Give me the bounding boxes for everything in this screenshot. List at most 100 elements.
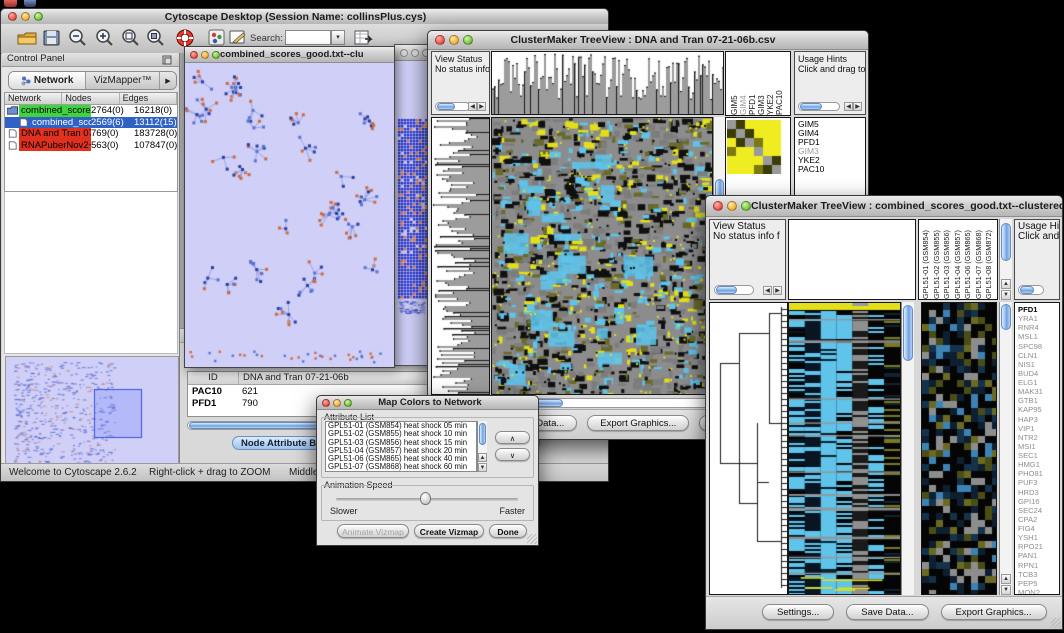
gene-label[interactable]: PFD1: [1018, 305, 1059, 314]
tv1-status-hscrollbar[interactable]: [435, 102, 470, 111]
gene-label[interactable]: YRA1: [1018, 314, 1059, 323]
tv2-usage-hscrollbar[interactable]: [1018, 285, 1044, 295]
id-column-header[interactable]: ID: [188, 372, 239, 384]
scroll-thumb[interactable]: [1001, 223, 1011, 261]
scroll-thumb[interactable]: [479, 423, 486, 445]
gene-label[interactable]: RPO21: [1018, 542, 1059, 551]
gene-label[interactable]: FIG4: [1018, 524, 1059, 533]
gene-label[interactable]: PHO81: [1018, 469, 1059, 478]
treeview-button[interactable]: Save Data...: [846, 604, 928, 620]
help-lifebuoy-icon[interactable]: [175, 28, 197, 48]
tv1-column-dendrogram[interactable]: [491, 51, 724, 115]
zoom-out-icon[interactable]: [67, 28, 89, 48]
column-label[interactable]: GIM4: [739, 53, 748, 115]
scroll-up-arrow[interactable]: ▲: [1001, 279, 1011, 289]
column-label[interactable]: GPL51-07 (GSM868): [974, 220, 985, 299]
column-label[interactable]: GPL51-02 (GSM855): [932, 220, 943, 299]
minimize-button[interactable]: [21, 12, 30, 21]
gene-label[interactable]: CPA2: [1018, 515, 1059, 524]
done-button[interactable]: Done: [489, 524, 527, 538]
attribute-list-item[interactable]: GPL51-07 (GSM868) heat shock 60 min: [326, 463, 476, 471]
column-label[interactable]: YKE2: [766, 53, 775, 115]
gene-label[interactable]: CLN1: [1018, 351, 1059, 360]
import-table-icon[interactable]: [353, 28, 373, 48]
tv2-heatmap-vscrollbar[interactable]: [901, 302, 914, 595]
zoom-window-button[interactable]: [741, 201, 751, 211]
birdseye-view[interactable]: [5, 356, 179, 472]
float-panel-icon[interactable]: [162, 55, 173, 65]
speed-slider-thumb[interactable]: [420, 492, 431, 505]
animate-vizmap-button[interactable]: Animate Vizmap: [337, 524, 409, 538]
network-window-1-titlebar[interactable]: combined_scores_good.txt--cluste...: [185, 47, 394, 63]
tv2-labels-vscrollbar[interactable]: ▲ ▼: [999, 219, 1012, 300]
network-table-row[interactable]: combined_scores_ 2764(0) 16218(0): [5, 105, 177, 117]
close-button[interactable]: [190, 51, 198, 59]
main-titlebar[interactable]: Cytoscape Desktop (Session Name: collins…: [1, 9, 608, 25]
gene-label[interactable]: PUF3: [1018, 478, 1059, 487]
dialog-titlebar[interactable]: Map Colors to Network: [317, 396, 538, 410]
gene-label[interactable]: SPC98: [1018, 342, 1059, 351]
network-canvas[interactable]: [185, 63, 392, 366]
scroll-up-arrow[interactable]: ▲: [1001, 574, 1011, 584]
zoom-selected-icon[interactable]: [120, 28, 142, 48]
network-table-column-header[interactable]: Nodes: [62, 93, 119, 104]
scroll-down-arrow[interactable]: ▼: [1001, 290, 1011, 300]
open-folder-icon[interactable]: [16, 29, 38, 47]
minimize-button[interactable]: [411, 49, 419, 57]
zoom-in-icon[interactable]: [94, 28, 116, 48]
gene-label[interactable]: NTR2: [1018, 433, 1059, 442]
column-label[interactable]: GPL51-08 (GSM872): [984, 220, 995, 299]
resize-grip[interactable]: [1051, 618, 1061, 628]
scroll-up-arrow[interactable]: ▲: [478, 453, 487, 462]
move-up-button[interactable]: ∧: [495, 431, 530, 444]
column-label[interactable]: GIM5: [730, 53, 739, 115]
scroll-thumb[interactable]: [437, 103, 455, 110]
close-button[interactable]: [8, 12, 17, 21]
scroll-thumb[interactable]: [800, 103, 822, 110]
scroll-thumb[interactable]: [1020, 286, 1034, 294]
scroll-down-arrow[interactable]: ▼: [478, 463, 487, 472]
tv2-global-heatmap[interactable]: [788, 302, 901, 595]
network-table-row[interactable]: RNAPuberNov2+I 563(0) 107847(0): [5, 140, 177, 152]
zoom-window-button[interactable]: [34, 12, 43, 21]
treeview-button[interactable]: Export Graphics...: [587, 415, 689, 431]
tv2-zoom-heatmap[interactable]: [921, 302, 997, 595]
minimize-button[interactable]: [333, 399, 341, 407]
column-label[interactable]: GPL51-03 (GSM856): [942, 220, 953, 299]
gene-label[interactable]: MSL1: [1018, 332, 1059, 341]
scroll-thumb[interactable]: [716, 286, 737, 294]
scroll-left-arrow[interactable]: ◀: [763, 286, 772, 295]
gene-label[interactable]: MON2: [1018, 588, 1059, 595]
tv1-similarity-matrix[interactable]: [727, 120, 783, 174]
network-table-row[interactable]: DNA and Tran 07 769(0) 183728(0): [5, 128, 177, 140]
treeview-button[interactable]: Export Graphics...: [941, 604, 1047, 620]
tv2-column-dendrogram[interactable]: [788, 219, 916, 300]
gene-label[interactable]: RPN1: [1018, 561, 1059, 570]
close-button[interactable]: [400, 49, 408, 57]
column-label[interactable]: GPL51-06 (GSM865): [963, 220, 974, 299]
treeview1-titlebar[interactable]: ClusterMaker TreeView : DNA and Tran 07-…: [428, 31, 868, 50]
scroll-right-arrow[interactable]: ▶: [477, 102, 486, 111]
gene-label[interactable]: YSH1: [1018, 533, 1059, 542]
minimize-button[interactable]: [449, 35, 459, 45]
tab-network[interactable]: Network: [9, 72, 86, 89]
zoom-window-button[interactable]: [344, 399, 352, 407]
treeview2-titlebar[interactable]: ClusterMaker TreeView : combined_scores_…: [706, 196, 1062, 217]
gene-label[interactable]: RNR4: [1018, 323, 1059, 332]
minimize-button[interactable]: [201, 51, 209, 59]
gene-label[interactable]: HAP3: [1018, 415, 1059, 424]
scroll-left-arrow[interactable]: ◀: [844, 102, 853, 111]
resize-grip[interactable]: [527, 534, 537, 544]
create-vizmap-button[interactable]: Create Vizmap: [414, 524, 484, 538]
gene-label[interactable]: KAP95: [1018, 405, 1059, 414]
scroll-right-arrow[interactable]: ▶: [773, 286, 782, 295]
search-dropdown-button[interactable]: ▾: [331, 30, 345, 45]
tv1-usage-hscrollbar[interactable]: [798, 102, 840, 111]
gene-label[interactable]: MSI1: [1018, 442, 1059, 451]
gene-label[interactable]: PEP5: [1018, 579, 1059, 588]
zoom-window-button[interactable]: [212, 51, 220, 59]
tab-more-button[interactable]: ▶: [160, 72, 176, 89]
gene-label[interactable]: SEC24: [1018, 506, 1059, 515]
gene-label[interactable]: GTB1: [1018, 396, 1059, 405]
network-table-row[interactable]: combined_sco 2569(6) 13112(15): [5, 117, 177, 129]
